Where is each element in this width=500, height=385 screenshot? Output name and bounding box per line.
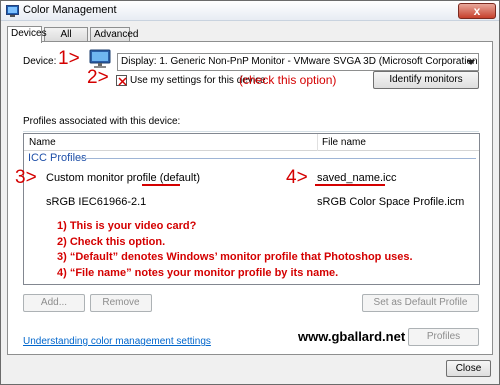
- check-this-option-annotation: (check this option): [239, 73, 337, 87]
- tab-advanced[interactable]: Advanced: [90, 27, 138, 41]
- column-separator[interactable]: [317, 134, 318, 151]
- title-bar[interactable]: Color Management x: [1, 1, 499, 21]
- understanding-color-management-link[interactable]: Understanding color management settings: [23, 336, 211, 347]
- profile-row-name[interactable]: sRGB IEC61966-2.1: [46, 196, 146, 208]
- column-header-name[interactable]: Name: [29, 137, 56, 148]
- profile-row-name[interactable]: Custom monitor profile (default): [46, 172, 200, 184]
- monitor-icon: [89, 49, 111, 68]
- section-divider: [23, 131, 479, 132]
- close-button[interactable]: Close: [446, 360, 491, 377]
- profiles-list-header: Name File name: [24, 134, 479, 151]
- default-underline: [142, 184, 180, 186]
- profiles-section-label: Profiles associated with this device:: [23, 116, 181, 127]
- set-as-default-profile-button[interactable]: Set as Default Profile: [362, 294, 479, 312]
- tab-devices[interactable]: Devices: [7, 26, 47, 43]
- color-management-app-icon: [6, 5, 19, 17]
- website-watermark: www.gballard.net: [298, 329, 406, 344]
- icc-group-divider: [78, 158, 476, 159]
- chevron-down-icon: [467, 60, 475, 65]
- file-name-underline: [315, 184, 385, 186]
- profiles-button[interactable]: Profiles: [408, 328, 479, 346]
- profile-row-file[interactable]: saved_name.icc: [317, 172, 397, 184]
- note-4: 4) “File name” notes your monitor profil…: [57, 267, 339, 279]
- note-2: 2) Check this option.: [57, 236, 166, 248]
- remove-button[interactable]: Remove: [90, 294, 152, 312]
- annotation-marker-3: 3>: [15, 167, 37, 188]
- window-close-button[interactable]: x: [458, 3, 496, 19]
- use-my-settings-checkbox[interactable]: [116, 75, 127, 86]
- note-3: 3) “Default” denotes Windows’ monitor pr…: [57, 251, 413, 263]
- profile-row-file[interactable]: sRGB Color Space Profile.icm: [317, 196, 464, 208]
- window-title: Color Management: [23, 4, 117, 16]
- identify-monitors-button[interactable]: Identify monitors: [373, 71, 479, 89]
- checkbox-x-mark-icon: [118, 77, 127, 86]
- device-label: Device:: [23, 56, 57, 67]
- annotation-marker-4: 4>: [286, 167, 308, 188]
- annotation-marker-1: 1>: [58, 48, 80, 69]
- device-select[interactable]: Display: 1. Generic Non-PnP Monitor - VM…: [117, 53, 479, 71]
- note-1: 1) This is your video card?: [57, 220, 197, 232]
- annotation-marker-2: 2>: [87, 67, 109, 88]
- device-select-value: Display: 1. Generic Non-PnP Monitor - VM…: [121, 56, 478, 67]
- column-header-file-name[interactable]: File name: [322, 137, 366, 148]
- add-button[interactable]: Add...: [23, 294, 85, 312]
- tab-all-profiles[interactable]: All Profiles: [44, 27, 88, 53]
- color-management-window: Color Management x Devices All Profiles …: [0, 0, 500, 385]
